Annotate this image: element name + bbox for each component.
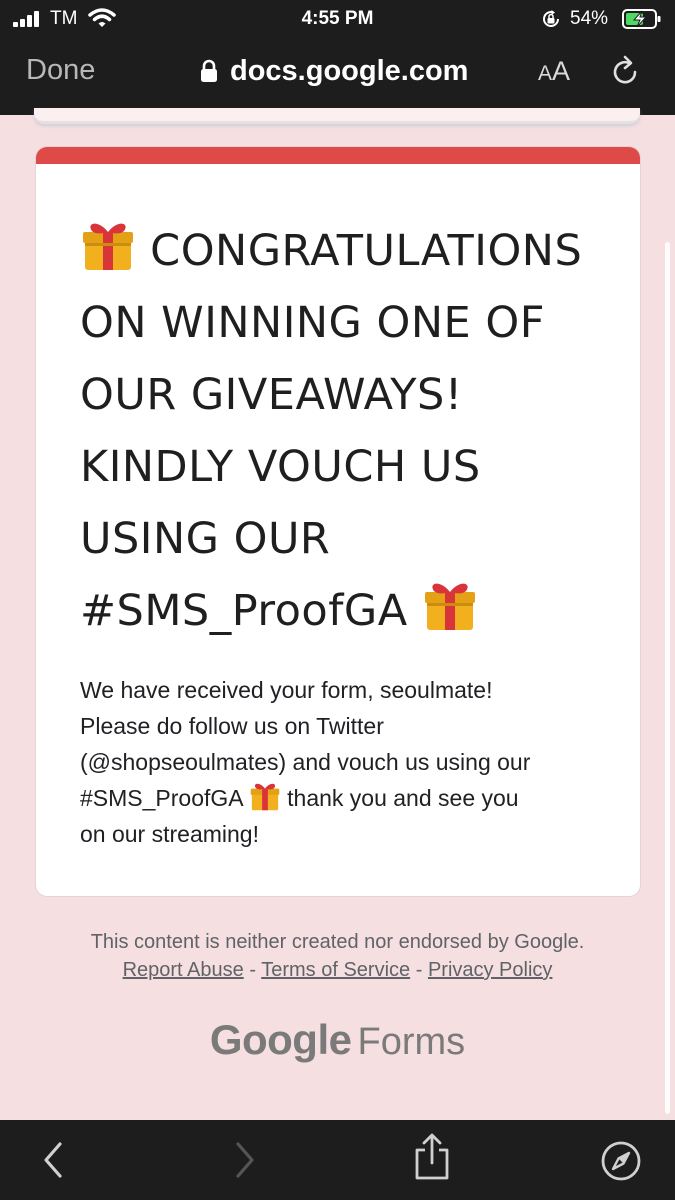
forward-icon[interactable] [228, 1138, 260, 1182]
compass-icon[interactable] [600, 1140, 642, 1182]
google-forms-logo[interactable]: Google Forms [0, 1016, 675, 1064]
link-separator: - [415, 959, 423, 981]
reload-icon[interactable] [610, 55, 642, 89]
card-description: We have received your form, seoulmate! P… [80, 672, 610, 852]
link-separator: - [249, 959, 256, 981]
confirmation-card: CONGRATULATIONS ON WINNING ONE OF OUR GI… [35, 146, 641, 897]
aa-small: A [538, 62, 553, 85]
title-line: ON WINNING ONE OF [80, 298, 545, 348]
gift-icon [424, 583, 475, 630]
rotation-lock-icon [543, 10, 559, 27]
battery-percent: 54% [570, 8, 609, 29]
footer-disclaimer: This content is neither created nor endo… [0, 928, 675, 984]
report-abuse-link[interactable]: Report Abuse [123, 959, 244, 981]
reader-text-size-button[interactable]: AA [538, 56, 570, 87]
done-button[interactable]: Done [26, 54, 95, 87]
brand-forms: Forms [357, 1021, 466, 1063]
title-line: KINDLY VOUCH US [80, 442, 481, 492]
footer-links: Report Abuse - Terms of Service - Privac… [0, 956, 675, 984]
share-icon[interactable] [412, 1132, 452, 1182]
card-title: CONGRATULATIONS ON WINNING ONE OF OUR GI… [80, 215, 600, 647]
body-line: We have received your form, seoulmate! [80, 677, 493, 703]
battery-charging-icon [622, 9, 661, 29]
padlock-icon [201, 59, 217, 82]
previous-card-edge [34, 108, 640, 124]
title-line: #SMS_ProofGA [80, 575, 600, 647]
title-line: CONGRATULATIONS [80, 215, 600, 287]
url-text: docs.google.com [230, 54, 469, 87]
aa-large: A [552, 56, 571, 86]
browser-top-bar: TM 4:55 PM 54% Done docs.google.com AA [0, 0, 675, 115]
card-accent-bar [36, 147, 640, 164]
body-line: #SMS_ProofGA thank you and see you [80, 780, 610, 816]
title-line: OUR GIVEAWAYS! [80, 370, 463, 420]
body-line: on our streaming! [80, 821, 259, 847]
gift-icon [250, 783, 280, 811]
scrollbar[interactable] [665, 242, 670, 1114]
body-line: (@shopseoulmates) and vouch us using our [80, 749, 531, 775]
status-bar: TM 4:55 PM 54% [0, 0, 675, 40]
terms-of-service-link[interactable]: Terms of Service [261, 959, 410, 981]
privacy-policy-link[interactable]: Privacy Policy [428, 959, 552, 981]
gift-icon [83, 223, 133, 270]
brand-google: Google [209, 1016, 352, 1063]
browser-bottom-toolbar [0, 1120, 675, 1200]
body-line: Please do follow us on Twitter [80, 713, 384, 739]
address-bar[interactable]: docs.google.com [200, 53, 468, 89]
title-line: USING OUR [80, 514, 331, 564]
disclaimer-text: This content is neither created nor endo… [90, 931, 585, 953]
back-icon[interactable] [38, 1138, 70, 1182]
